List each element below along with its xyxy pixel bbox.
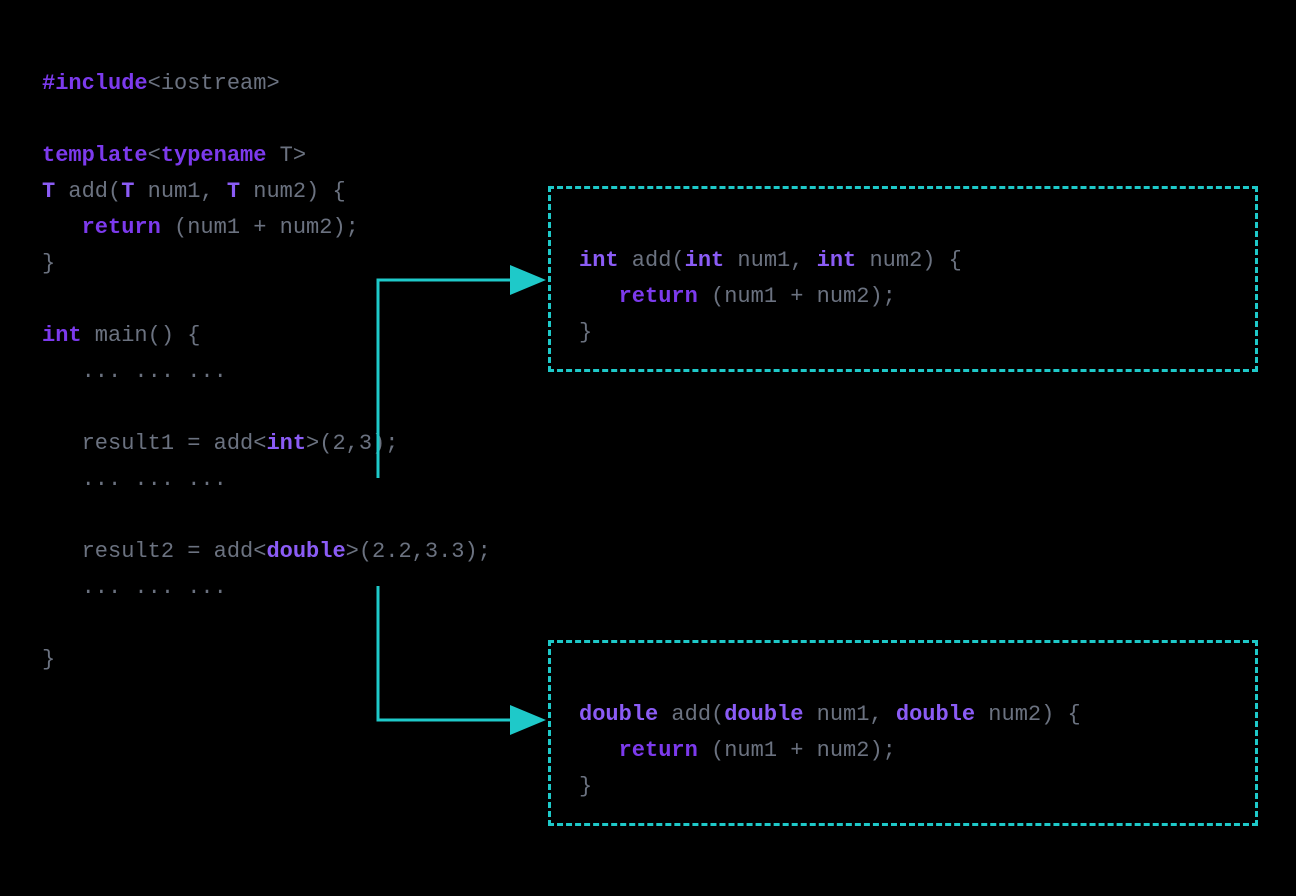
call-double-post: >(2.2,3.3); [346,539,491,564]
double-param1-type: double [724,702,803,727]
return-expr: (num1 + num2); [161,215,359,240]
call-int-post: >(2,3); [306,431,398,456]
int-param1: num1, [724,248,816,273]
template-keyword: template [42,143,148,168]
double-instantiation-box: double add(double num1, double num2) { r… [548,640,1258,826]
int-param1-type: int [685,248,725,273]
type-param: T> [266,143,306,168]
int-instantiation-box: int add(int num1, int num2) { return (nu… [548,186,1258,372]
int-param2-close: num2) { [856,248,962,273]
double-add-open: add( [658,702,724,727]
param-num1: num1, [134,179,226,204]
ellipsis-1: ... ... ... [42,359,227,384]
param-type-t: T [121,179,134,204]
int-keyword: int [42,323,82,348]
call-int-pre: result1 = add< [42,431,266,456]
double-param1: num1, [803,702,895,727]
call-double-pre: result2 = add< [42,539,266,564]
typename-keyword: typename [161,143,267,168]
int-return-expr: (num1 + num2); [698,284,896,309]
double-param2-type: double [896,702,975,727]
return-keyword: return [82,215,161,240]
main-close-brace: } [42,647,55,672]
param-num2: num2) { [240,179,346,204]
ellipsis-3: ... ... ... [42,575,227,600]
main-code-block: #include<iostream> template<typename T> … [42,30,491,678]
int-ret-type: int [579,248,619,273]
angle-open: < [148,143,161,168]
double-close-brace: } [579,774,592,799]
double-indent [579,738,619,763]
return-type-t: T [42,179,55,204]
int-param2-type: int [817,248,857,273]
template-arg-double: double [266,539,345,564]
int-add-open: add( [619,248,685,273]
double-return-expr: (num1 + num2); [698,738,896,763]
double-return-kw: return [619,738,698,763]
double-param2-close: num2) { [975,702,1081,727]
include-keyword: #include [42,71,148,96]
include-header: <iostream> [148,71,280,96]
param-type-t2: T [227,179,240,204]
ellipsis-2: ... ... ... [42,467,227,492]
indent [42,215,82,240]
int-indent [579,284,619,309]
main-decl: main() { [82,323,201,348]
fn-add-open: add( [55,179,121,204]
int-close-brace: } [579,320,592,345]
double-ret-type: double [579,702,658,727]
close-brace: } [42,251,55,276]
int-return-kw: return [619,284,698,309]
template-arg-int: int [266,431,306,456]
